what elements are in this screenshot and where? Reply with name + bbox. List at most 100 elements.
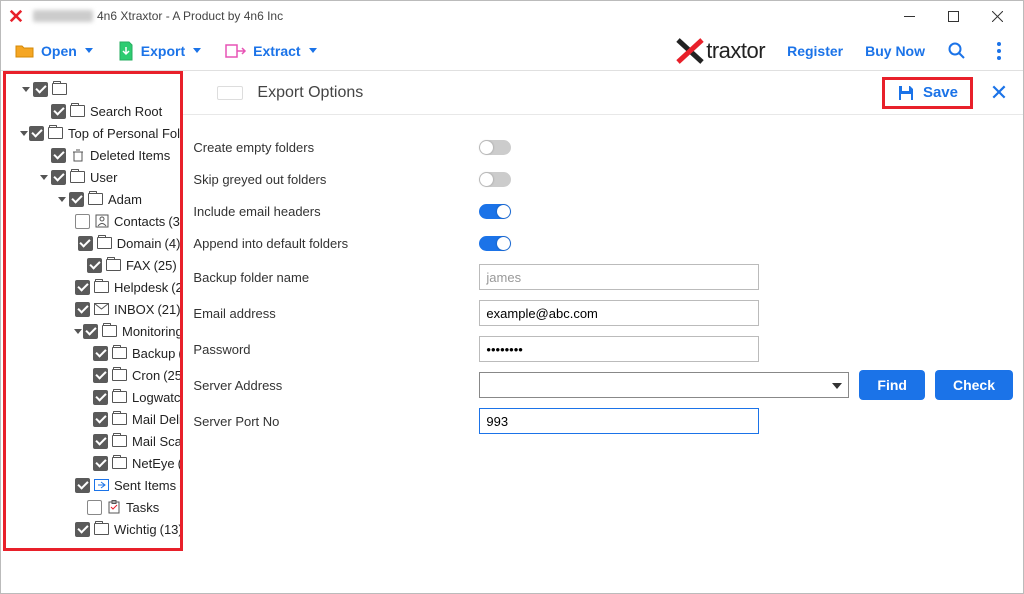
tree-checkbox[interactable] bbox=[78, 236, 93, 251]
tree-node[interactable]: Deleted Items bbox=[6, 144, 180, 166]
caret-down-icon bbox=[85, 48, 93, 53]
tree-node[interactable]: Sent Items (13) bbox=[6, 474, 180, 496]
tree-arrow-icon[interactable] bbox=[20, 83, 32, 95]
export-title: Export Options bbox=[257, 84, 363, 102]
folder-icon bbox=[70, 171, 85, 183]
tree-arrow-icon[interactable] bbox=[56, 193, 68, 205]
create-empty-toggle[interactable] bbox=[479, 140, 511, 155]
tree-label: NetEye bbox=[132, 456, 175, 471]
tree-label: Helpdesk bbox=[114, 280, 168, 295]
tree-arrow-icon[interactable] bbox=[20, 127, 28, 139]
append-default-toggle[interactable] bbox=[479, 236, 511, 251]
tree-count: (13) bbox=[160, 522, 183, 537]
format-swatch[interactable] bbox=[217, 86, 243, 100]
redacted-text bbox=[33, 10, 93, 22]
tree-label: INBOX bbox=[114, 302, 154, 317]
tree-label: Top of Personal Folders bbox=[68, 126, 183, 141]
tree-checkbox[interactable] bbox=[93, 412, 108, 427]
tree-node[interactable]: Search Root bbox=[6, 100, 180, 122]
tree-checkbox[interactable] bbox=[93, 368, 108, 383]
tree-arrow-icon[interactable] bbox=[38, 171, 50, 183]
tree-node[interactable]: Cron (25) bbox=[6, 364, 180, 386]
tree-node[interactable]: Helpdesk (25) bbox=[6, 276, 180, 298]
more-menu[interactable] bbox=[989, 41, 1009, 61]
password-input[interactable] bbox=[479, 336, 759, 362]
tree-checkbox[interactable] bbox=[87, 258, 102, 273]
tree-checkbox[interactable] bbox=[75, 280, 90, 295]
extract-menu[interactable]: Extract bbox=[225, 43, 316, 59]
tree-checkbox[interactable] bbox=[51, 148, 66, 163]
tree-node[interactable]: Tasks bbox=[6, 496, 180, 518]
tree-checkbox[interactable] bbox=[51, 170, 66, 185]
tree-label: Tasks bbox=[126, 500, 159, 515]
close-window-button[interactable] bbox=[975, 2, 1019, 30]
create-empty-label: Create empty folders bbox=[193, 140, 479, 155]
folder-icon bbox=[70, 105, 85, 117]
close-panel-button[interactable]: ✕ bbox=[987, 80, 1011, 106]
tree-node[interactable]: Logwatch (25) bbox=[6, 386, 180, 408]
tree-checkbox[interactable] bbox=[75, 214, 90, 229]
main-toolbar: Open Export Extract traxtor Register Buy… bbox=[1, 31, 1023, 71]
backup-name-label: Backup folder name bbox=[193, 270, 479, 285]
tree-label: Logwatch bbox=[132, 390, 183, 405]
tree-label: FAX bbox=[126, 258, 151, 273]
tree-node[interactable]: FAX (25) bbox=[6, 254, 180, 276]
tree-node[interactable] bbox=[6, 78, 180, 100]
tree-checkbox[interactable] bbox=[93, 434, 108, 449]
check-button[interactable]: Check bbox=[935, 370, 1013, 400]
search-button[interactable] bbox=[947, 41, 967, 61]
export-menu[interactable]: Export bbox=[117, 41, 201, 61]
minimize-button[interactable] bbox=[887, 2, 931, 30]
export-form: Create empty folders Skip greyed out fol… bbox=[183, 115, 1023, 439]
email-input[interactable] bbox=[479, 300, 759, 326]
tree-node[interactable]: Mail Delivery (24) bbox=[6, 408, 180, 430]
tree-arrow-icon[interactable] bbox=[74, 325, 82, 337]
tree-node[interactable]: Wichtig (13) bbox=[6, 518, 180, 540]
save-button[interactable]: Save bbox=[882, 77, 973, 109]
tree-checkbox[interactable] bbox=[93, 346, 108, 361]
tree-label: Adam bbox=[108, 192, 142, 207]
tree-node[interactable]: INBOX (21) bbox=[6, 298, 180, 320]
tree-checkbox[interactable] bbox=[51, 104, 66, 119]
tree-node[interactable]: Contacts (3) bbox=[6, 210, 180, 232]
tree-label: Sent Items bbox=[114, 478, 176, 493]
maximize-button[interactable] bbox=[931, 2, 975, 30]
tree-node[interactable]: Adam bbox=[6, 188, 180, 210]
tree-checkbox[interactable] bbox=[93, 456, 108, 471]
tree-label: User bbox=[90, 170, 117, 185]
tree-checkbox[interactable] bbox=[75, 522, 90, 537]
more-vertical-icon bbox=[997, 42, 1001, 60]
tree-checkbox[interactable] bbox=[75, 478, 90, 493]
open-menu[interactable]: Open bbox=[15, 43, 93, 59]
folder-icon bbox=[48, 127, 63, 139]
tree-checkbox[interactable] bbox=[29, 126, 44, 141]
register-link[interactable]: Register bbox=[787, 43, 843, 59]
tree-checkbox[interactable] bbox=[75, 302, 90, 317]
append-default-label: Append into default folders bbox=[193, 236, 479, 251]
include-headers-toggle[interactable] bbox=[479, 204, 511, 219]
tree-checkbox[interactable] bbox=[93, 390, 108, 405]
tree-checkbox[interactable] bbox=[69, 192, 84, 207]
server-address-combo[interactable] bbox=[479, 372, 849, 398]
tree-checkbox[interactable] bbox=[87, 500, 102, 515]
tree-checkbox[interactable] bbox=[83, 324, 98, 339]
find-button[interactable]: Find bbox=[859, 370, 925, 400]
include-headers-label: Include email headers bbox=[193, 204, 479, 219]
tree-count: (25) bbox=[154, 258, 177, 273]
tree-node[interactable]: User bbox=[6, 166, 180, 188]
skip-greyed-toggle[interactable] bbox=[479, 172, 511, 187]
tree-node[interactable]: Domain (4) bbox=[6, 232, 180, 254]
tree-node[interactable]: Mail Scan (25) bbox=[6, 430, 180, 452]
window-title: 4n6 Xtraxtor - A Product by 4n6 Inc bbox=[97, 9, 283, 23]
tree-node[interactable]: Monitoring bbox=[6, 320, 180, 342]
buy-now-link[interactable]: Buy Now bbox=[865, 43, 925, 59]
tree-node[interactable]: Top of Personal Folders bbox=[6, 122, 180, 144]
tree-checkbox[interactable] bbox=[33, 82, 48, 97]
tree-node[interactable]: Backup (25) bbox=[6, 342, 180, 364]
server-port-input[interactable] bbox=[479, 408, 759, 434]
folder-icon bbox=[112, 435, 127, 447]
backup-name-input[interactable] bbox=[479, 264, 759, 290]
trash-icon bbox=[70, 148, 85, 162]
tree-node[interactable]: NetEye (25) bbox=[6, 452, 180, 474]
caret-down-icon bbox=[193, 48, 201, 53]
